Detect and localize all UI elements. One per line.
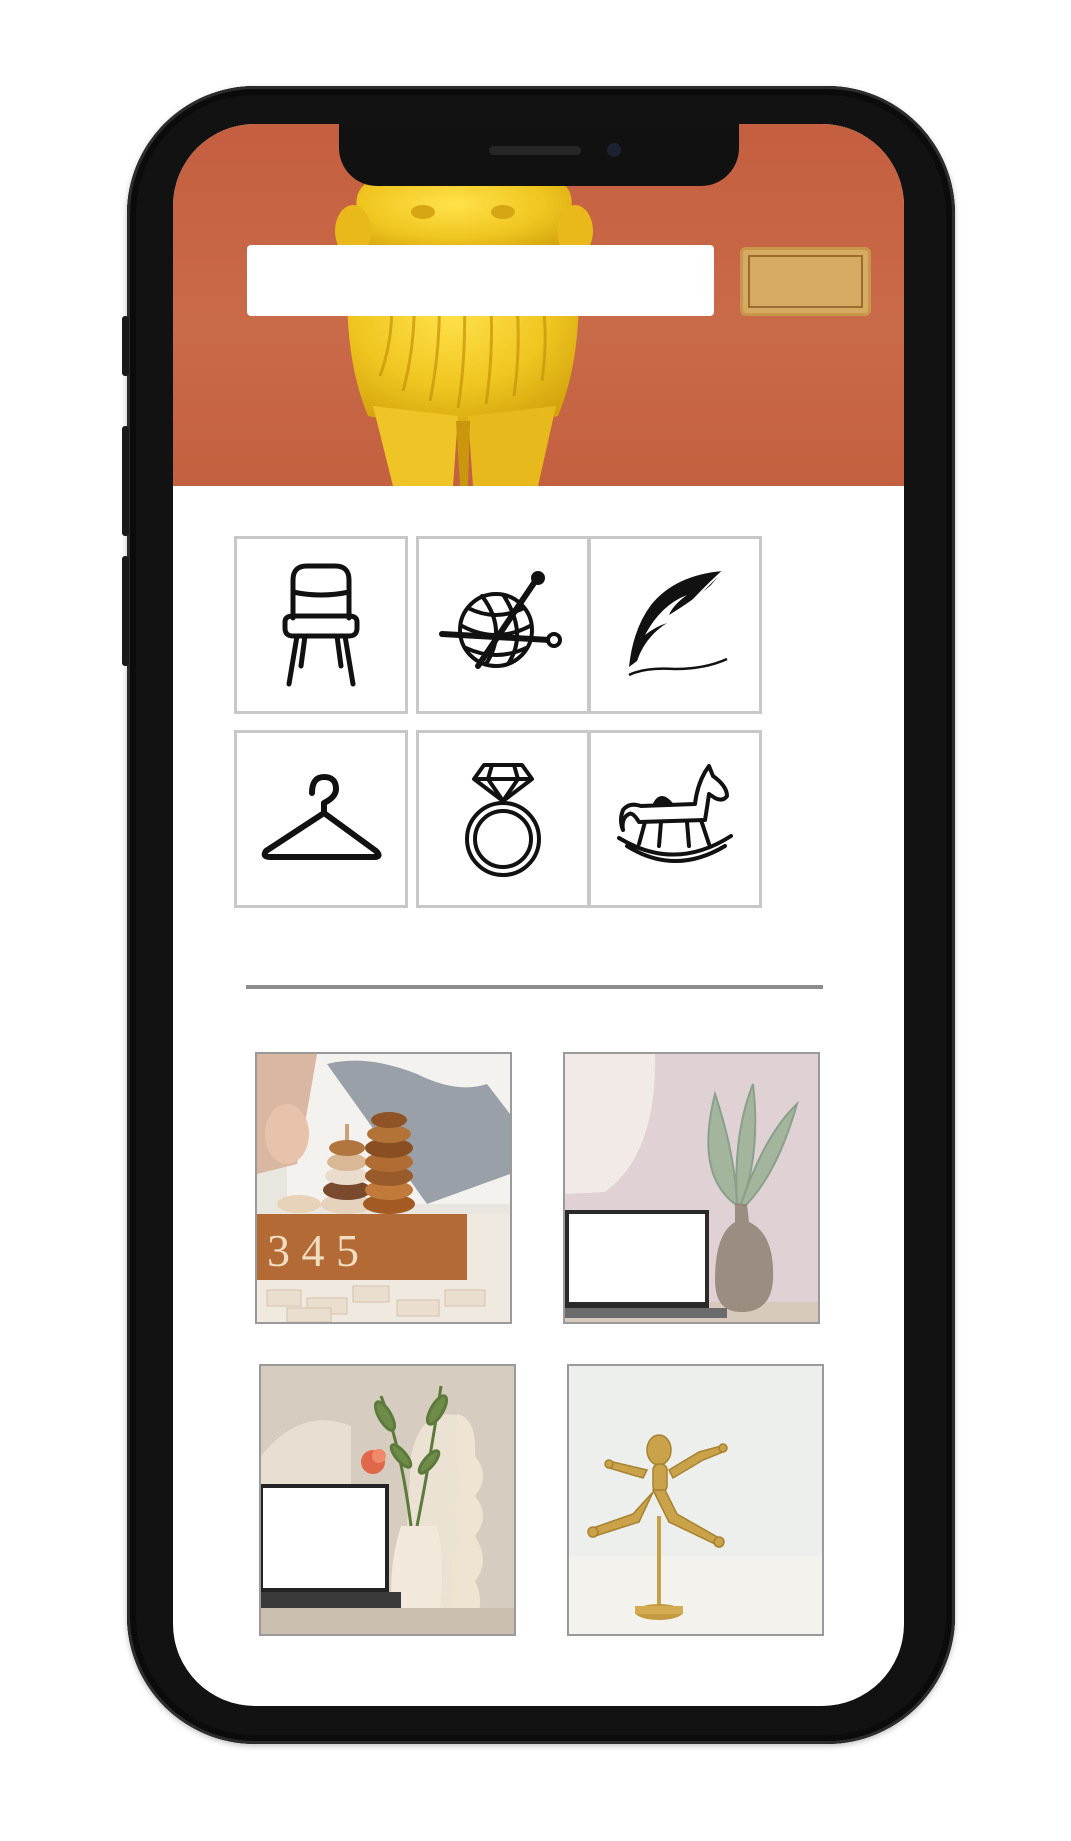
front-camera — [607, 143, 621, 157]
product-photo-laptop-flowers[interactable] — [259, 1364, 516, 1636]
search-input[interactable] — [247, 245, 714, 316]
search-button-label — [748, 255, 863, 308]
category-tile-jewelry[interactable] — [416, 730, 590, 908]
category-tile-writing[interactable] — [588, 536, 762, 714]
volume-down-button — [122, 556, 129, 666]
notch — [339, 124, 739, 186]
product-photo-wooden-toys[interactable]: 3 4 5 — [255, 1052, 512, 1324]
svg-text:3 4 5: 3 4 5 — [267, 1225, 359, 1276]
speaker-grill — [489, 146, 581, 155]
category-tile-knitting[interactable] — [416, 536, 590, 714]
gold-wooden-mannequin-image — [569, 1366, 822, 1634]
feather-quill-icon — [628, 570, 728, 677]
section-divider — [246, 985, 823, 989]
rocking-horse-icon — [617, 764, 733, 863]
chair-icon — [282, 563, 360, 687]
category-tile-furniture[interactable] — [234, 536, 408, 714]
wooden-stacking-toys-image: 3 4 5 — [257, 1054, 510, 1322]
laptop-with-flowers-image — [261, 1366, 514, 1634]
clothes-hanger-icon — [261, 774, 382, 860]
category-tile-clothing[interactable] — [234, 730, 408, 908]
product-photo-laptop-vase[interactable] — [563, 1052, 820, 1324]
hero-gnome-image — [335, 176, 593, 486]
search-button[interactable] — [740, 247, 871, 316]
category-tile-toys[interactable] — [588, 730, 762, 908]
volume-up-button — [122, 426, 129, 536]
diamond-ring-icon — [465, 763, 541, 877]
product-photo-gold-mannequin[interactable] — [567, 1364, 824, 1636]
phone-screen: 3 4 5 — [173, 124, 904, 1706]
mute-switch — [122, 316, 129, 376]
laptop-with-vase-image — [565, 1054, 818, 1322]
yarn-ball-icon — [439, 571, 562, 669]
